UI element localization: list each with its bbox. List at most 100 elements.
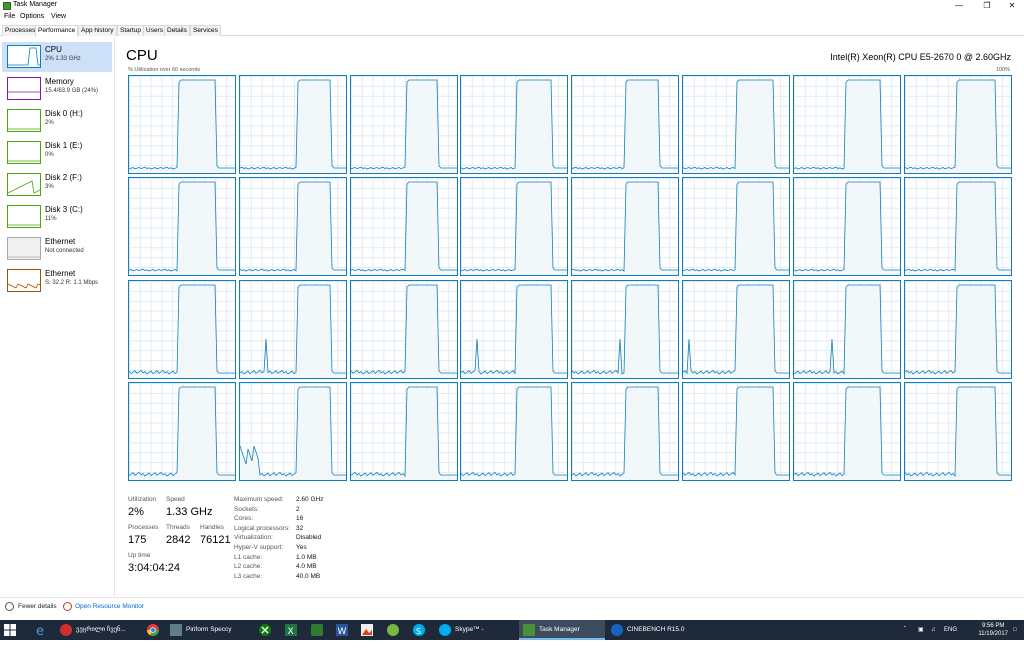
edge-browser-icon[interactable]: e [34, 623, 48, 639]
page-title: CPU [126, 47, 158, 64]
sparkline [8, 160, 40, 162]
tab-details[interactable]: Details [164, 25, 190, 36]
fewer-details-link[interactable]: Fewer details [18, 603, 57, 610]
cpu-panel: CPU Intel(R) Xeon(R) CPU E5-2670 0 @ 2.6… [116, 37, 1024, 596]
utilization-line [239, 284, 346, 378]
sidebar-item-memory[interactable]: Memory 15.4/63.9 GB (24%) [2, 74, 112, 104]
cpu-core-graph [571, 279, 680, 379]
sidebar-item-label: Disk 3 (C:) [45, 205, 83, 214]
taskbar-app-opera[interactable]: ვეცრილი ჩვენ... [56, 620, 138, 640]
spec-value: 4.0 MB [296, 563, 317, 571]
spec-label: L1 cache: [234, 553, 263, 561]
disk-thumbnail-graph [7, 205, 41, 228]
tab-performance[interactable]: Performance [35, 25, 79, 37]
sparkline [8, 128, 40, 130]
sidebar-item-ethernet-1[interactable]: Ethernet Not connected [2, 234, 112, 264]
sidebar-item-disk-2[interactable]: Disk 2 (F:) 3% [2, 170, 112, 200]
utilization-line [350, 181, 457, 276]
tab-processes[interactable]: Processes [2, 25, 39, 36]
svg-text:X: X [288, 627, 294, 637]
taskbar-app-task-manager[interactable]: Task Manager [519, 620, 605, 640]
excel-icon[interactable]: X [284, 623, 298, 637]
cpu-core-graph [792, 75, 901, 174]
minimize-button[interactable]: — [945, 0, 973, 12]
notification-icon[interactable]: □ [1013, 620, 1017, 640]
sidebar-item-disk-0[interactable]: Disk 0 (H:) 2% [2, 106, 112, 136]
green-app-icon[interactable] [310, 623, 324, 637]
utilization-line [572, 79, 679, 173]
resource-sidebar: CPU 2% 1.33 GHz Memory 15.4/63.9 GB (24%… [0, 37, 115, 596]
cpu-core-graph [238, 279, 347, 379]
network-icon[interactable]: ▣ [918, 620, 924, 640]
taskbar-app-speccy[interactable]: Piriform Speccy [166, 620, 246, 640]
tab-startup[interactable]: Startup [117, 25, 144, 36]
spec-label: Sockets: [234, 505, 259, 513]
cpu-core-graph [460, 75, 569, 174]
svg-text:W: W [338, 627, 347, 637]
spec-value: Yes [296, 543, 307, 551]
tab-services[interactable]: Services [190, 25, 221, 36]
svg-text:e: e [36, 624, 44, 637]
spec-value: 40.0 MB [296, 572, 321, 580]
close-button[interactable]: ✕ [998, 0, 1024, 12]
utilization-line [572, 284, 679, 378]
taskbar-app-label: Task Manager [539, 626, 580, 633]
spec-label: L3 cache: [234, 572, 263, 580]
chevron-up-icon[interactable]: ˆ [904, 620, 906, 640]
sidebar-item-label: Disk 1 (E:) [45, 141, 83, 150]
cpu-core-graph [128, 381, 236, 481]
word-icon[interactable]: W [335, 623, 349, 637]
cpu-core-graph [903, 177, 1012, 277]
windows-start-icon[interactable] [4, 623, 18, 637]
window-title: Task Manager [13, 1, 57, 8]
utilization-line [461, 386, 568, 480]
sidebar-item-disk-1[interactable]: Disk 1 (E:) 0% [2, 138, 112, 168]
spec-value: 2 [296, 505, 300, 513]
chrome-icon[interactable] [146, 623, 160, 637]
xbox-icon[interactable] [258, 623, 272, 637]
open-resource-monitor-link[interactable]: Open Resource Monitor [75, 603, 144, 610]
cpu-model-name: Intel(R) Xeon(R) CPU E5-2670 0 @ 2.60GHz [830, 52, 1011, 62]
clock-date: 11/19/2017 [978, 631, 1008, 637]
disk-thumbnail-graph [7, 141, 41, 164]
utilization-line [350, 284, 457, 378]
language-indicator[interactable]: ENG [944, 620, 957, 640]
sidebar-item-cpu[interactable]: CPU 2% 1.33 GHz [2, 42, 112, 72]
utilization-line [793, 386, 900, 480]
utilization-line [572, 386, 679, 480]
utorrent-icon[interactable] [386, 623, 400, 637]
sidebar-item-label: Ethernet [45, 237, 76, 246]
cpu-core-graph [349, 177, 458, 277]
cpu-core-graph [792, 381, 901, 481]
footer-bar: ˆ Fewer details Open Resource Monitor [0, 597, 1024, 615]
threads-label: Threads [166, 524, 190, 531]
cpu-core-graph [460, 279, 569, 379]
menu-options[interactable]: Options [20, 13, 44, 20]
taskbar-app-skype[interactable]: Skype™ - mamuka... [435, 620, 515, 653]
taskbar-app-cinebench[interactable]: CINEBENCH R15.0 [607, 620, 693, 640]
utilization-line [129, 386, 235, 480]
cpu-core-graph [682, 381, 790, 481]
menu-file[interactable]: File [4, 13, 15, 20]
sidebar-item-ethernet-2[interactable]: Ethernet S: 32.2 R: 1.1 Mbps [2, 266, 112, 296]
menu-view[interactable]: View [51, 13, 66, 20]
cpu-core-graph [571, 381, 680, 481]
volume-icon[interactable]: ♫ [931, 620, 936, 640]
utilization-line [239, 181, 346, 276]
sidebar-item-disk-3[interactable]: Disk 3 (C:) 11% [2, 202, 112, 232]
chevron-up-icon[interactable]: ˆ [5, 602, 14, 611]
sidebar-item-value: 11% [45, 216, 57, 222]
tab-users[interactable]: Users [143, 25, 166, 36]
threads-value: 2842 [166, 534, 191, 546]
tab-app-history[interactable]: App history [78, 25, 117, 36]
sidebar-item-value: Not connected [45, 248, 84, 254]
system-clock[interactable]: 9:56 PM 11/19/2017 [978, 622, 1008, 638]
speccy-icon [170, 624, 182, 636]
utilization-line [350, 79, 457, 173]
maximize-button[interactable]: ❐ [973, 0, 1001, 12]
skype-tray-icon[interactable]: S [412, 623, 426, 637]
image-app-icon[interactable] [360, 623, 374, 637]
cpu-core-graph [460, 177, 569, 277]
spec-row: L1 cache: 1.0 MB [234, 554, 384, 564]
utilization-label: Utilization [128, 496, 157, 503]
